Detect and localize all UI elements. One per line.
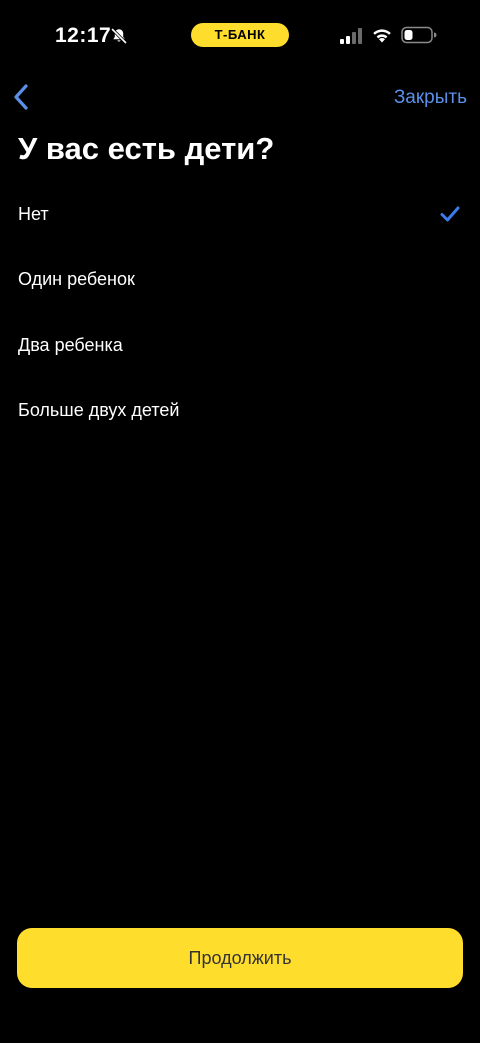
option-one-child[interactable]: Один ребенок bbox=[0, 247, 480, 313]
option-two-children[interactable]: Два ребенка bbox=[0, 312, 480, 378]
page-title: У вас есть дети? bbox=[18, 131, 275, 166]
wifi-icon bbox=[371, 26, 393, 44]
battery-icon bbox=[401, 26, 437, 44]
option-label: Один ребенок bbox=[18, 269, 135, 290]
cellular-signal-icon bbox=[340, 28, 364, 44]
status-time: 12:17 bbox=[55, 24, 112, 47]
bell-slash-icon bbox=[110, 27, 128, 45]
chevron-left-icon bbox=[14, 84, 28, 110]
status-bar: 12:17 Т-БАНК bbox=[0, 0, 480, 70]
option-no-children[interactable]: Нет bbox=[0, 181, 480, 247]
option-more-than-two-children[interactable]: Больше двух детей bbox=[0, 378, 480, 444]
app-indicator-pill[interactable]: Т-БАНК bbox=[191, 23, 289, 47]
option-label: Нет bbox=[18, 203, 49, 224]
option-label: Два ребенка bbox=[18, 334, 123, 355]
checkmark-icon bbox=[440, 205, 460, 223]
option-label: Больше двух детей bbox=[18, 400, 180, 421]
continue-button[interactable]: Продолжить bbox=[17, 928, 463, 988]
back-button[interactable] bbox=[6, 82, 36, 112]
close-button[interactable]: Закрыть bbox=[394, 87, 467, 109]
children-options-list: Нет Один ребенок Два ребенка Больше двух… bbox=[0, 181, 480, 443]
